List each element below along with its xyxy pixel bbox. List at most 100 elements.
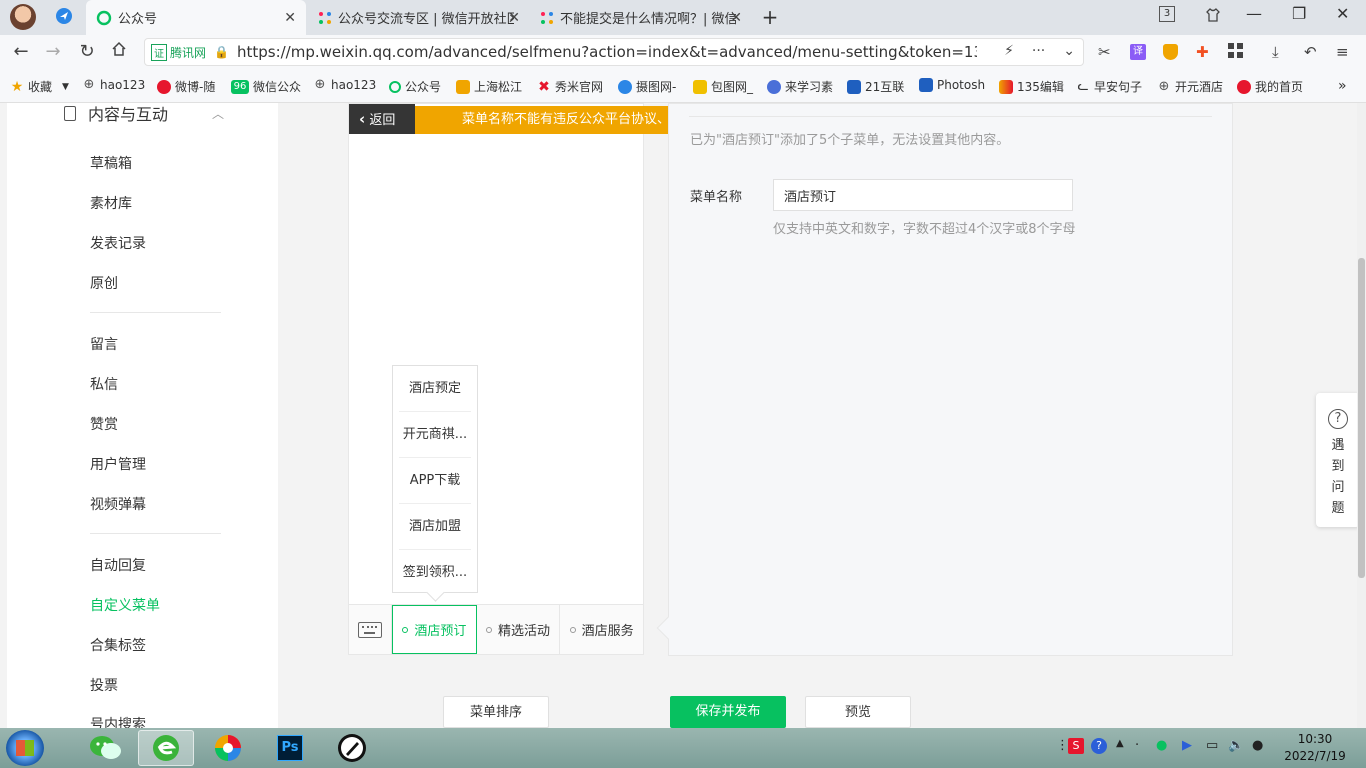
browser-app[interactable] xyxy=(138,730,194,766)
forward-arrow-icon[interactable]: → xyxy=(42,41,64,63)
qq-tray-icon[interactable]: ● xyxy=(1252,738,1263,753)
shield-icon[interactable] xyxy=(1163,44,1178,60)
submenu-item[interactable]: 酒店预定 xyxy=(399,366,471,412)
submenu-item[interactable]: 酒店加盟 xyxy=(399,504,471,550)
tab-count-badge[interactable]: 3 xyxy=(1159,6,1175,22)
save-publish-button[interactable]: 保存并发布 xyxy=(670,696,786,728)
sidebar-item-materials[interactable]: 素材库 xyxy=(90,193,132,213)
reload-icon[interactable]: ↻ xyxy=(76,41,98,63)
page-scrollbar[interactable] xyxy=(1357,103,1366,728)
bookmark-hao123-2[interactable]: ⊕ hao123 xyxy=(313,78,377,93)
sogou-icon[interactable]: S xyxy=(1068,738,1084,754)
submenu-item[interactable]: 开元商祺... xyxy=(399,412,471,458)
bookmark-baotu[interactable]: 包图网_ xyxy=(693,78,753,95)
volume-muted-icon[interactable]: 🔈 xyxy=(1228,738,1244,753)
help-tray-icon[interactable]: ? xyxy=(1091,738,1107,754)
chevron-down-icon[interactable]: ⌄ xyxy=(1063,43,1075,59)
bookmark-21hulian[interactable]: 21互联 xyxy=(847,78,904,95)
translate-icon[interactable]: 译 xyxy=(1130,44,1146,60)
bookmark-favorites[interactable]: ★ 收藏 ▼ xyxy=(10,78,69,95)
close-tab-icon[interactable]: ✕ xyxy=(730,10,742,26)
bookmark-songjiang[interactable]: 上海松江 xyxy=(456,78,522,95)
sidebar-item-original[interactable]: 原创 xyxy=(90,273,118,293)
lock-icon[interactable]: 🔒 xyxy=(214,45,229,59)
menu-item-activities[interactable]: 精选活动 xyxy=(477,605,561,654)
more-dots-icon[interactable]: ··· xyxy=(1032,43,1045,59)
menu-item-services[interactable]: 酒店服务 xyxy=(560,605,643,654)
home-icon[interactable] xyxy=(108,41,130,63)
bookmark-myhome[interactable]: 我的首页 xyxy=(1237,78,1303,95)
start-button[interactable] xyxy=(6,730,44,766)
help-widget[interactable]: ? 遇 到 问 题 xyxy=(1316,393,1360,527)
sort-menu-button[interactable]: 菜单排序 xyxy=(443,696,549,728)
more-bookmarks-icon[interactable]: » xyxy=(1338,78,1347,94)
game-icon[interactable]: ✚ xyxy=(1196,43,1209,61)
url-text[interactable]: https://mp.weixin.qq.com/advanced/selfme… xyxy=(237,43,977,61)
tab-question[interactable]: 不能提交是什么情况啊？| 微信 ✕ xyxy=(530,0,752,35)
tray-dot-icon[interactable]: · xyxy=(1135,738,1139,753)
bookmark-weibo[interactable]: 微博-随 xyxy=(157,78,215,95)
menu-name-input[interactable] xyxy=(773,179,1073,211)
maximize-icon[interactable]: ❐ xyxy=(1292,4,1306,23)
minimize-icon[interactable]: — xyxy=(1246,4,1262,23)
colorwheel-app[interactable] xyxy=(200,730,256,766)
sidebar-item-collection-tags[interactable]: 合集标签 xyxy=(90,635,146,655)
menu-item-hotel-booking[interactable]: 酒店预订 xyxy=(392,605,477,654)
preview-button[interactable]: 预览 xyxy=(805,696,911,728)
lightning-icon[interactable]: ⚡ xyxy=(1004,43,1014,59)
bookmark-hao123[interactable]: ⊕ hao123 xyxy=(82,78,146,93)
photoshop-app[interactable]: Ps xyxy=(262,730,318,766)
apps-grid-icon[interactable] xyxy=(1228,43,1243,62)
submenu-item[interactable]: APP下载 xyxy=(399,458,471,504)
sidebar-item-drafts[interactable]: 草稿箱 xyxy=(90,153,132,173)
scroll-thumb[interactable] xyxy=(1358,258,1365,578)
bookmark-photoshop[interactable]: Photosh xyxy=(919,78,985,92)
bluetooth-tray-icon[interactable]: ▶ xyxy=(1182,738,1192,753)
back-arrow-icon[interactable]: ← xyxy=(10,41,32,63)
pen-app[interactable] xyxy=(324,730,380,766)
network-tray-icon[interactable]: ▭ xyxy=(1206,738,1218,753)
sidebar-item-rewards[interactable]: 赞赏 xyxy=(90,414,118,434)
menu-icon[interactable]: ≡ xyxy=(1336,43,1349,61)
scissors-icon[interactable]: ✂ xyxy=(1098,43,1111,61)
sidebar-item-auto-reply[interactable]: 自动回复 xyxy=(90,555,146,575)
url-field[interactable]: 证 腾讯网 🔒 https://mp.weixin.qq.com/advance… xyxy=(144,38,1084,66)
bookmark-135[interactable]: 135编辑 xyxy=(999,78,1064,95)
close-window-icon[interactable]: ✕ xyxy=(1336,4,1349,23)
bookmark-wechat-96[interactable]: 96 微信公众 xyxy=(231,78,301,95)
profile-avatar[interactable] xyxy=(10,4,36,30)
browser-logo-icon[interactable] xyxy=(54,7,74,27)
wechat-app[interactable] xyxy=(78,730,134,766)
sidebar-item-messages[interactable]: 私信 xyxy=(90,374,118,394)
bookmark-xiumi[interactable]: ✖ 秀米官网 xyxy=(537,78,603,95)
sidebar-item-custom-menu[interactable]: 自定义菜单 xyxy=(90,595,160,615)
close-tab-icon[interactable]: ✕ xyxy=(284,10,296,26)
submenu-item[interactable]: 签到领积... xyxy=(399,550,471,596)
site-cert[interactable]: 证 腾讯网 xyxy=(151,43,206,61)
keyboard-toggle[interactable] xyxy=(349,605,392,655)
close-tab-icon[interactable]: ✕ xyxy=(508,10,520,26)
back-button[interactable]: ‹ 返回 xyxy=(349,104,415,134)
tab-community[interactable]: 公众号交流专区 | 微信开放社区 ✕ xyxy=(308,0,530,35)
bookmark-shetu[interactable]: 摄图网- xyxy=(618,78,676,95)
sidebar-item-vote[interactable]: 投票 xyxy=(90,675,118,695)
shirt-skin-icon[interactable] xyxy=(1203,7,1223,27)
sidebar-group-content[interactable]: 内容与互动 ︿ xyxy=(64,103,224,124)
new-tab-icon[interactable]: + xyxy=(760,7,780,27)
bookmark-kaiyuan[interactable]: ⊕ 开元酒店 xyxy=(1157,78,1223,95)
download-icon[interactable]: ⤓ xyxy=(1272,43,1279,61)
undo-icon[interactable]: ↶ xyxy=(1304,43,1317,61)
sidebar-item-publish-records[interactable]: 发表记录 xyxy=(90,233,146,253)
caret-down-icon[interactable]: ▼ xyxy=(62,82,69,92)
sidebar-item-danmaku[interactable]: 视频弹幕 xyxy=(90,494,146,514)
bookmark-zaoan[interactable]: ᓚ 早安句子 xyxy=(1076,78,1142,95)
sidebar-item-users[interactable]: 用户管理 xyxy=(90,454,146,474)
taskbar-clock[interactable]: 10:30 2022/7/19 xyxy=(1280,731,1350,765)
sidebar-item-comments[interactable]: 留言 xyxy=(90,334,118,354)
wechat-tray-icon[interactable]: ● xyxy=(1156,738,1167,753)
chevron-up-icon[interactable]: ︿ xyxy=(212,105,224,122)
tab-gongzhonghao[interactable]: 公众号 ✕ xyxy=(86,0,306,35)
sidebar-item-search[interactable]: 号内搜索 xyxy=(90,714,146,728)
bookmark-gongzhonghao[interactable]: 公众号 xyxy=(389,78,441,95)
bookmark-laixuexi[interactable]: 来学习素 xyxy=(767,78,833,95)
